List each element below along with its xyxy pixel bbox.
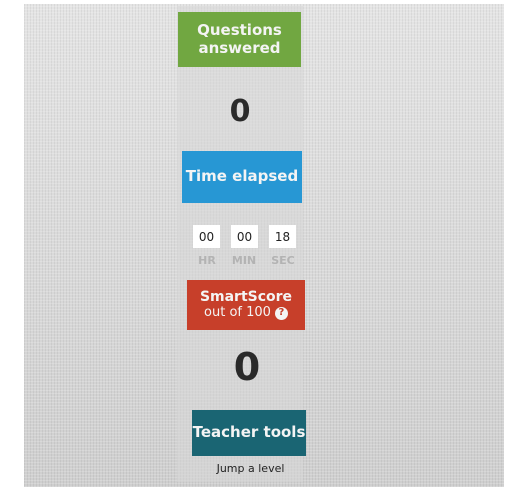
teacher-tools-button[interactable]: Teacher tools: [192, 410, 306, 456]
questions-answered-count: 0: [229, 94, 251, 129]
time-elapsed-header: Time elapsed: [182, 151, 302, 203]
smartscore-value: 0: [233, 345, 261, 389]
smartscore-sublabel-row: out of 100 ?: [204, 304, 288, 321]
smartscore-label: SmartScore: [199, 289, 293, 306]
timer-seconds: 18: [269, 225, 296, 248]
timer-hours: 00: [193, 225, 220, 248]
time-elapsed-label: Time elapsed: [185, 167, 299, 186]
jump-a-level-link[interactable]: Jump a level: [198, 462, 303, 475]
questions-answered-label: Questions answered: [197, 21, 282, 57]
help-icon[interactable]: ?: [274, 306, 288, 320]
timer-minutes: 00: [231, 225, 258, 248]
smartscore-header: SmartScore out of 100 ?: [187, 280, 305, 330]
timer-hours-unit: HR: [198, 254, 216, 267]
timer-seconds-unit: SEC: [271, 254, 295, 267]
smartscore-sublabel: out of 100: [204, 304, 271, 320]
questions-answered-header: Questions answered: [178, 12, 301, 67]
teacher-tools-label: Teacher tools: [192, 423, 306, 442]
timer-minutes-unit: MIN: [231, 254, 257, 267]
